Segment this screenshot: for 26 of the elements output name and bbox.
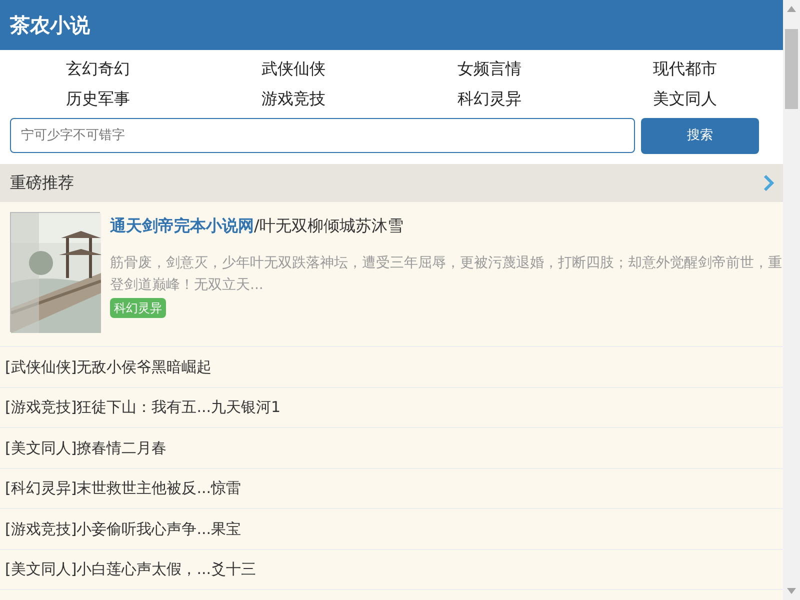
book-title-link[interactable]: 通天剑帝完本小说网	[110, 216, 254, 235]
genre-tag: 科幻灵异	[110, 298, 166, 318]
search-field[interactable]: 宁可少字不可错字	[10, 118, 635, 153]
search-button[interactable]: 搜索	[641, 118, 759, 154]
category-link[interactable]: 玄幻奇幻	[66, 54, 130, 84]
section-title: 重磅推荐	[10, 172, 74, 194]
chevron-right-icon[interactable]	[763, 174, 775, 192]
site-title: 茶农小说	[10, 13, 90, 37]
category-link[interactable]: 历史军事	[66, 84, 130, 114]
category-link[interactable]: 武侠仙侠	[262, 54, 326, 84]
book-link[interactable]: [游戏竞技]小妾偷听我心声争...果宝	[5, 518, 242, 540]
book-link[interactable]: [科幻灵异]末世救世主他被反...惊雷	[5, 477, 242, 500]
scroll-up-icon[interactable]	[787, 6, 796, 12]
scroll-down-icon[interactable]	[787, 588, 796, 594]
author-name: /叶无双柳倾城苏沐雪	[254, 216, 404, 235]
category-link[interactable]: 美文同人	[653, 84, 718, 114]
category-link[interactable]: 现代都市	[653, 54, 718, 84]
book-link[interactable]: [美文同人]撩春情二月春	[5, 436, 167, 459]
book-link[interactable]: [武侠仙侠]无敌小侯爷黑暗崛起	[5, 356, 212, 378]
book-link[interactable]: [美文同人]小白莲心声太假，...爻十三	[5, 558, 256, 580]
book-description: 筋骨废，剑意灭，少年叶无双跌落神坛，遭受三年屈辱，更被污蔑退婚，打断四肢；却意外觉醒剑帝前世，重登剑道巅峰！无双立天...	[110, 254, 783, 295]
category-link[interactable]: 女频言情	[457, 54, 522, 84]
book-link[interactable]: [游戏竞技]狂徒下山：我有五...九天银河1	[5, 396, 281, 418]
category-link[interactable]: 科幻灵异	[457, 84, 522, 114]
category-link[interactable]: 游戏竞技	[262, 84, 326, 114]
scrollbar-thumb[interactable]	[785, 29, 798, 109]
